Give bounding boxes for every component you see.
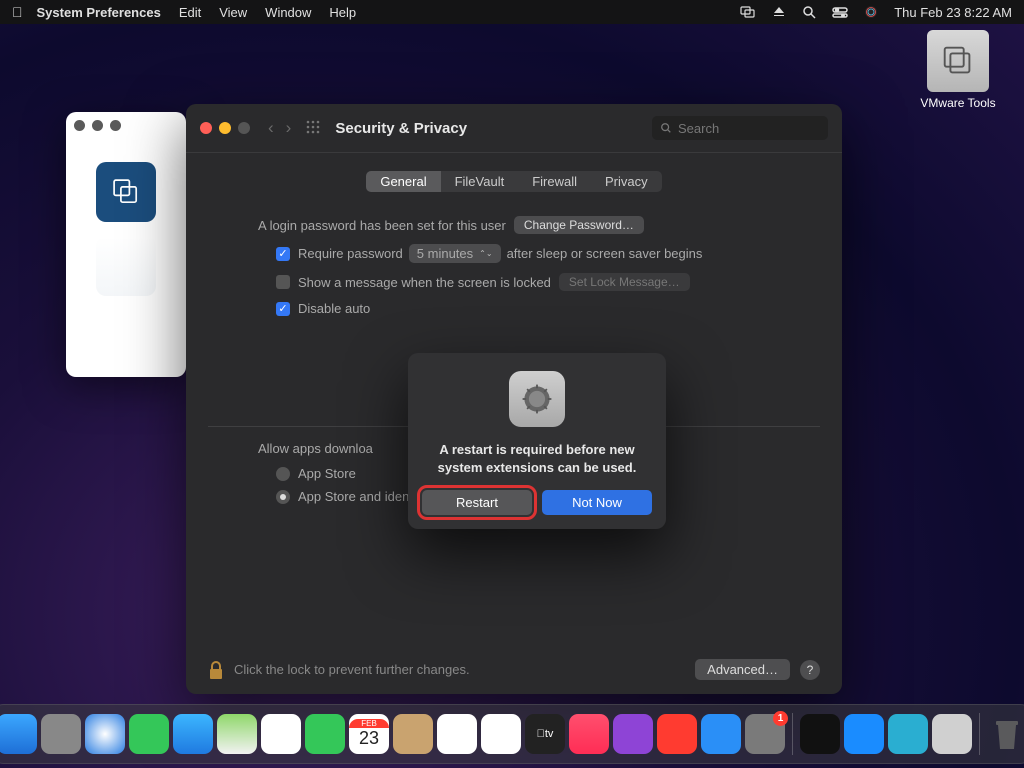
- restart-button[interactable]: Restart: [422, 490, 532, 515]
- dock-quicktime[interactable]: [888, 714, 928, 754]
- disable-auto-login-row: ✓ Disable auto: [276, 301, 770, 316]
- allow-app-store-radio[interactable]: [276, 467, 290, 481]
- system-preferences-icon: [509, 371, 565, 427]
- window-titlebar: ‹› Security & Privacy Search: [186, 104, 842, 152]
- close-dot[interactable]: [74, 120, 85, 131]
- disk-icon: [927, 30, 989, 92]
- dock-finder[interactable]: [0, 714, 37, 754]
- menubar:  System Preferences Edit View Window He…: [0, 0, 1024, 24]
- nav-arrows: ‹›: [268, 118, 291, 138]
- window-title: Security & Privacy: [335, 120, 467, 137]
- pref-badge: 1: [773, 711, 788, 726]
- search-placeholder: Search: [678, 121, 719, 136]
- allow-identified-radio[interactable]: [276, 490, 290, 504]
- dock-maps[interactable]: [217, 714, 257, 754]
- dock-system-preferences[interactable]: 1: [745, 714, 785, 754]
- traffic-lights: [200, 122, 250, 134]
- change-password-button[interactable]: Change Password…: [514, 216, 644, 234]
- not-now-button[interactable]: Not Now: [542, 490, 652, 515]
- pref-footer: Click the lock to prevent further change…: [208, 659, 820, 680]
- zoom-button[interactable]: [238, 122, 250, 134]
- require-password-label: Require password: [298, 246, 403, 261]
- lock-icon[interactable]: [208, 660, 224, 680]
- pref-body: General FileVault Firewall Privacy A log…: [186, 152, 842, 694]
- require-password-checkbox[interactable]: ✓: [276, 247, 290, 261]
- stage-manager-icon[interactable]: [740, 6, 756, 18]
- dock-photos[interactable]: [261, 714, 301, 754]
- dock-messages[interactable]: [129, 714, 169, 754]
- tab-firewall[interactable]: Firewall: [518, 171, 591, 192]
- app-menu[interactable]: System Preferences: [37, 5, 161, 20]
- disable-auto-login-label: Disable auto: [298, 301, 370, 316]
- menu-edit[interactable]: Edit: [179, 5, 201, 20]
- keyboard-input-icon[interactable]: [772, 5, 786, 19]
- dock-facetime[interactable]: [305, 714, 345, 754]
- dialog-message: A restart is required before new system …: [422, 441, 652, 476]
- tab-filevault[interactable]: FileVault: [441, 171, 519, 192]
- menubar-clock[interactable]: Thu Feb 23 8:22 AM: [894, 5, 1012, 20]
- tab-bar: General FileVault Firewall Privacy: [208, 171, 820, 192]
- tab-privacy[interactable]: Privacy: [591, 171, 662, 192]
- minimize-button[interactable]: [219, 122, 231, 134]
- background-window[interactable]: [66, 112, 186, 377]
- dock-reminders[interactable]: [437, 714, 477, 754]
- dock-launchpad[interactable]: [41, 714, 81, 754]
- login-section: A login password has been set for this u…: [258, 216, 770, 316]
- dock-news[interactable]: [657, 714, 697, 754]
- help-button[interactable]: ?: [800, 660, 820, 680]
- vmware-app-icon[interactable]: [96, 162, 156, 222]
- dock-vmware-installer[interactable]: [932, 714, 972, 754]
- apple-menu-icon[interactable]: : [12, 4, 23, 20]
- dock: FEB23 tv 1: [0, 704, 1024, 764]
- disable-auto-login-checkbox[interactable]: ✓: [276, 302, 290, 316]
- dock-calendar[interactable]: FEB23: [349, 714, 389, 754]
- max-dot[interactable]: [110, 120, 121, 131]
- siri-icon[interactable]: [864, 5, 878, 19]
- show-message-label: Show a message when the screen is locked: [298, 275, 551, 290]
- restart-dialog: A restart is required before new system …: [408, 353, 666, 529]
- dock-contacts[interactable]: [393, 714, 433, 754]
- menu-view[interactable]: View: [219, 5, 247, 20]
- require-password-delay-select[interactable]: 5 minutes: [409, 244, 501, 263]
- dock-trash[interactable]: [987, 714, 1024, 754]
- menu-window[interactable]: Window: [265, 5, 311, 20]
- show-message-checkbox[interactable]: [276, 275, 290, 289]
- dock-safari[interactable]: [85, 714, 125, 754]
- min-dot[interactable]: [92, 120, 103, 131]
- dock-podcasts[interactable]: [613, 714, 653, 754]
- desktop-icon-label: VMware Tools: [918, 96, 998, 110]
- control-center-icon[interactable]: [832, 6, 848, 18]
- dock-tv[interactable]: tv: [525, 714, 565, 754]
- dock-activity-monitor[interactable]: [800, 714, 840, 754]
- advanced-button[interactable]: Advanced…: [695, 659, 790, 680]
- dialog-buttons: Restart Not Now: [422, 490, 652, 515]
- menu-help[interactable]: Help: [329, 5, 356, 20]
- set-lock-message-button: Set Lock Message…: [559, 273, 690, 291]
- allow-app-store-label: App Store: [298, 466, 356, 481]
- show-all-button[interactable]: [305, 119, 321, 138]
- require-password-row: ✓ Require password 5 minutes after sleep…: [276, 244, 770, 263]
- back-button[interactable]: ‹: [268, 118, 274, 138]
- dock-notes[interactable]: [481, 714, 521, 754]
- dock-appstore[interactable]: [701, 714, 741, 754]
- system-preferences-window: ‹› Security & Privacy Search General Fil…: [186, 104, 842, 694]
- login-password-label: A login password has been set for this u…: [258, 218, 506, 233]
- tab-general[interactable]: General: [366, 171, 440, 192]
- require-password-suffix: after sleep or screen saver begins: [507, 246, 703, 261]
- spotlight-icon[interactable]: [802, 5, 816, 19]
- dock-separator-2: [979, 713, 980, 755]
- desktop-icon-vmware-tools[interactable]: VMware Tools: [918, 30, 998, 110]
- desktop:  System Preferences Edit View Window He…: [0, 0, 1024, 768]
- show-message-row: Show a message when the screen is locked…: [276, 273, 770, 291]
- dock-separator: [792, 713, 793, 755]
- dock-music[interactable]: [569, 714, 609, 754]
- dock-mail[interactable]: [173, 714, 213, 754]
- dock-keynote[interactable]: [844, 714, 884, 754]
- login-password-row: A login password has been set for this u…: [258, 216, 770, 234]
- forward-button[interactable]: ›: [286, 118, 292, 138]
- close-button[interactable]: [200, 122, 212, 134]
- lock-message: Click the lock to prevent further change…: [234, 662, 470, 677]
- search-field[interactable]: Search: [652, 116, 828, 140]
- traffic-lights: [74, 120, 121, 131]
